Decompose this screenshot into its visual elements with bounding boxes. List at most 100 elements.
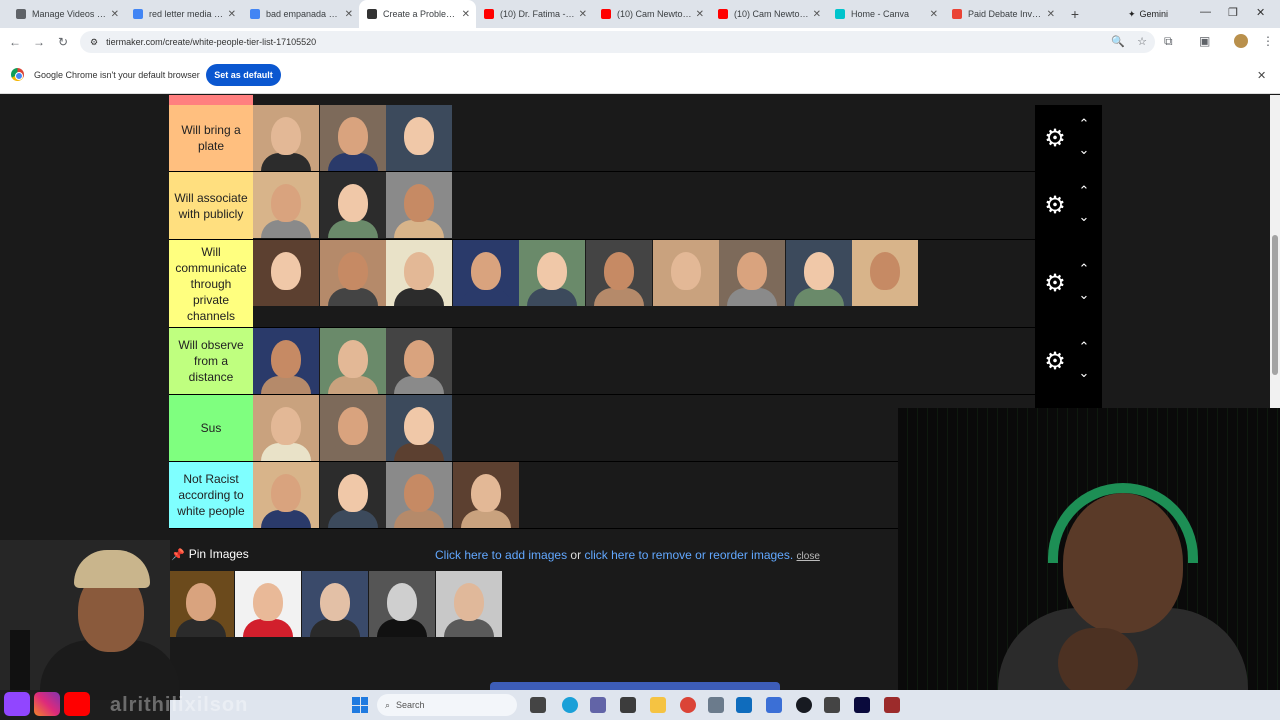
extensions-icon[interactable]: ⧉	[1164, 34, 1173, 49]
profile-avatar[interactable]	[1234, 34, 1248, 48]
new-tab-button[interactable]: +	[1061, 6, 1089, 22]
tier-image[interactable]	[452, 462, 519, 528]
move-tier-down-icon[interactable]: ⌄	[1075, 142, 1093, 157]
edge-icon[interactable]	[562, 697, 578, 713]
tier-image[interactable]	[253, 240, 319, 306]
back-icon[interactable]: ←	[3, 35, 27, 49]
tab[interactable]: Manage Videos | Le ✕	[8, 0, 125, 28]
tier-image[interactable]	[586, 240, 652, 306]
tier-image[interactable]	[386, 395, 453, 461]
sidebar-icon[interactable]: ▣	[1199, 34, 1210, 48]
headset-app-icon[interactable]	[824, 697, 840, 713]
tier-label[interactable]: Will bring a plate	[169, 105, 253, 171]
tier-image[interactable]	[719, 240, 786, 306]
site-info-icon[interactable]: ⚙	[90, 37, 98, 48]
move-tier-down-icon[interactable]: ⌄	[1075, 365, 1093, 380]
remove-reorder-images-link[interactable]: click here to remove or reorder images.	[584, 548, 793, 562]
tab[interactable]: red letter media gu ✕	[125, 0, 242, 28]
scrollbar-thumb[interactable]	[1272, 235, 1278, 375]
tier-image[interactable]	[452, 240, 519, 306]
pinned-image[interactable]	[168, 571, 234, 637]
pinned-image[interactable]	[369, 571, 435, 637]
gemini-button[interactable]: ✦ Gemini	[1120, 4, 1176, 24]
tier-label[interactable]: Sus	[169, 395, 253, 461]
tier-label[interactable]: Will communicate through private channel…	[169, 240, 253, 327]
tab-close-icon[interactable]: ✕	[813, 9, 821, 20]
add-images-link[interactable]: Click here to add images	[435, 548, 567, 562]
tier-image[interactable]	[253, 395, 319, 461]
set-default-button[interactable]: Set as default	[206, 64, 281, 86]
tier-image[interactable]	[386, 328, 453, 394]
teams-icon[interactable]	[590, 697, 606, 713]
app-icon[interactable]	[884, 697, 900, 713]
move-tier-down-icon[interactable]: ⌄	[1075, 210, 1093, 224]
tier-image[interactable]	[386, 172, 453, 238]
task-view-icon[interactable]	[530, 697, 546, 713]
outlook-icon[interactable]	[736, 697, 752, 713]
tier-image[interactable]	[319, 395, 386, 461]
zoom-icon[interactable]: 🔍	[1111, 35, 1125, 48]
page-scrollbar[interactable]	[1270, 95, 1280, 409]
taskbar-search[interactable]: ⌕ Search	[377, 694, 517, 716]
move-tier-up-icon[interactable]: ⌃	[1075, 184, 1093, 198]
tier-image[interactable]	[253, 105, 319, 171]
restore-icon[interactable]: ❐	[1228, 6, 1238, 19]
tier-image[interactable]	[386, 462, 453, 528]
bookmark-star-icon[interactable]: ☆	[1137, 35, 1147, 48]
tier-image[interactable]	[319, 105, 386, 171]
tab-close-icon[interactable]: ✕	[462, 9, 470, 20]
tier-settings-gear-icon[interactable]: ⚙	[1043, 349, 1067, 374]
close-window-icon[interactable]: ✕	[1256, 6, 1265, 19]
tab[interactable]: Home - Canva ✕	[827, 0, 944, 28]
tier-image[interactable]	[519, 240, 586, 306]
tab[interactable]: Create a Problemat ✕	[359, 0, 476, 28]
tab-close-icon[interactable]: ✕	[1047, 9, 1055, 20]
pinned-image[interactable]	[302, 571, 368, 637]
tier-image[interactable]	[785, 240, 852, 306]
tier-image[interactable]	[652, 240, 719, 306]
app-icon[interactable]	[766, 697, 782, 713]
forward-icon[interactable]: →	[27, 35, 51, 49]
move-tier-up-icon[interactable]: ⌃	[1075, 262, 1093, 276]
tier-image[interactable]	[253, 462, 319, 528]
tab-close-icon[interactable]: ✕	[345, 9, 353, 20]
move-tier-down-icon[interactable]: ⌄	[1075, 288, 1093, 302]
tier-image[interactable]	[852, 240, 919, 306]
tab[interactable]: (10) Cam Newton - ✕	[710, 0, 827, 28]
pinned-image[interactable]	[235, 571, 301, 637]
start-icon[interactable]	[352, 697, 368, 713]
tab[interactable]: (10) Cam Newton c ✕	[593, 0, 710, 28]
url-input[interactable]: ⚙ tiermaker.com/create/white-people-tier…	[80, 31, 1155, 53]
tier-label[interactable]: Will observe from a distance	[169, 328, 253, 394]
tier-image[interactable]	[386, 240, 453, 306]
tier-image[interactable]	[319, 172, 386, 238]
tier-image[interactable]	[253, 172, 319, 238]
tier-image[interactable]	[319, 462, 386, 528]
tab-close-icon[interactable]: ✕	[930, 9, 938, 20]
tab[interactable]: bad empanada you ✕	[242, 0, 359, 28]
premiere-icon[interactable]	[854, 697, 870, 713]
infobar-close-icon[interactable]: ✕	[1257, 69, 1266, 82]
store-icon[interactable]	[620, 697, 636, 713]
minimize-icon[interactable]: —	[1200, 6, 1211, 18]
tab-close-icon[interactable]: ✕	[228, 9, 236, 20]
reload-icon[interactable]: ↻	[51, 35, 75, 49]
app-icon[interactable]	[708, 697, 724, 713]
tab[interactable]: (10) Dr. Fatima - Yo ✕	[476, 0, 593, 28]
pinned-image[interactable]	[436, 571, 502, 637]
menu-icon[interactable]: ⋮	[1262, 34, 1274, 48]
tier-image[interactable]	[319, 240, 386, 306]
tier-image[interactable]	[319, 328, 386, 394]
tab[interactable]: Paid Debate Invitat ✕	[944, 0, 1061, 28]
move-tier-up-icon[interactable]: ⌃	[1075, 116, 1093, 131]
close-link[interactable]: close	[797, 551, 820, 562]
tier-label[interactable]: Will associate with publicly	[169, 172, 253, 239]
move-tier-up-icon[interactable]: ⌃	[1075, 339, 1093, 354]
steam-icon[interactable]	[796, 697, 812, 713]
tier-label[interactable]: Not Racist according to white people	[169, 462, 253, 528]
tier-settings-gear-icon[interactable]: ⚙	[1043, 126, 1067, 151]
chrome-taskbar-icon[interactable]	[680, 697, 696, 713]
tab-close-icon[interactable]: ✕	[111, 9, 119, 20]
tier-settings-gear-icon[interactable]: ⚙	[1043, 272, 1067, 296]
tier-image[interactable]	[386, 105, 453, 171]
